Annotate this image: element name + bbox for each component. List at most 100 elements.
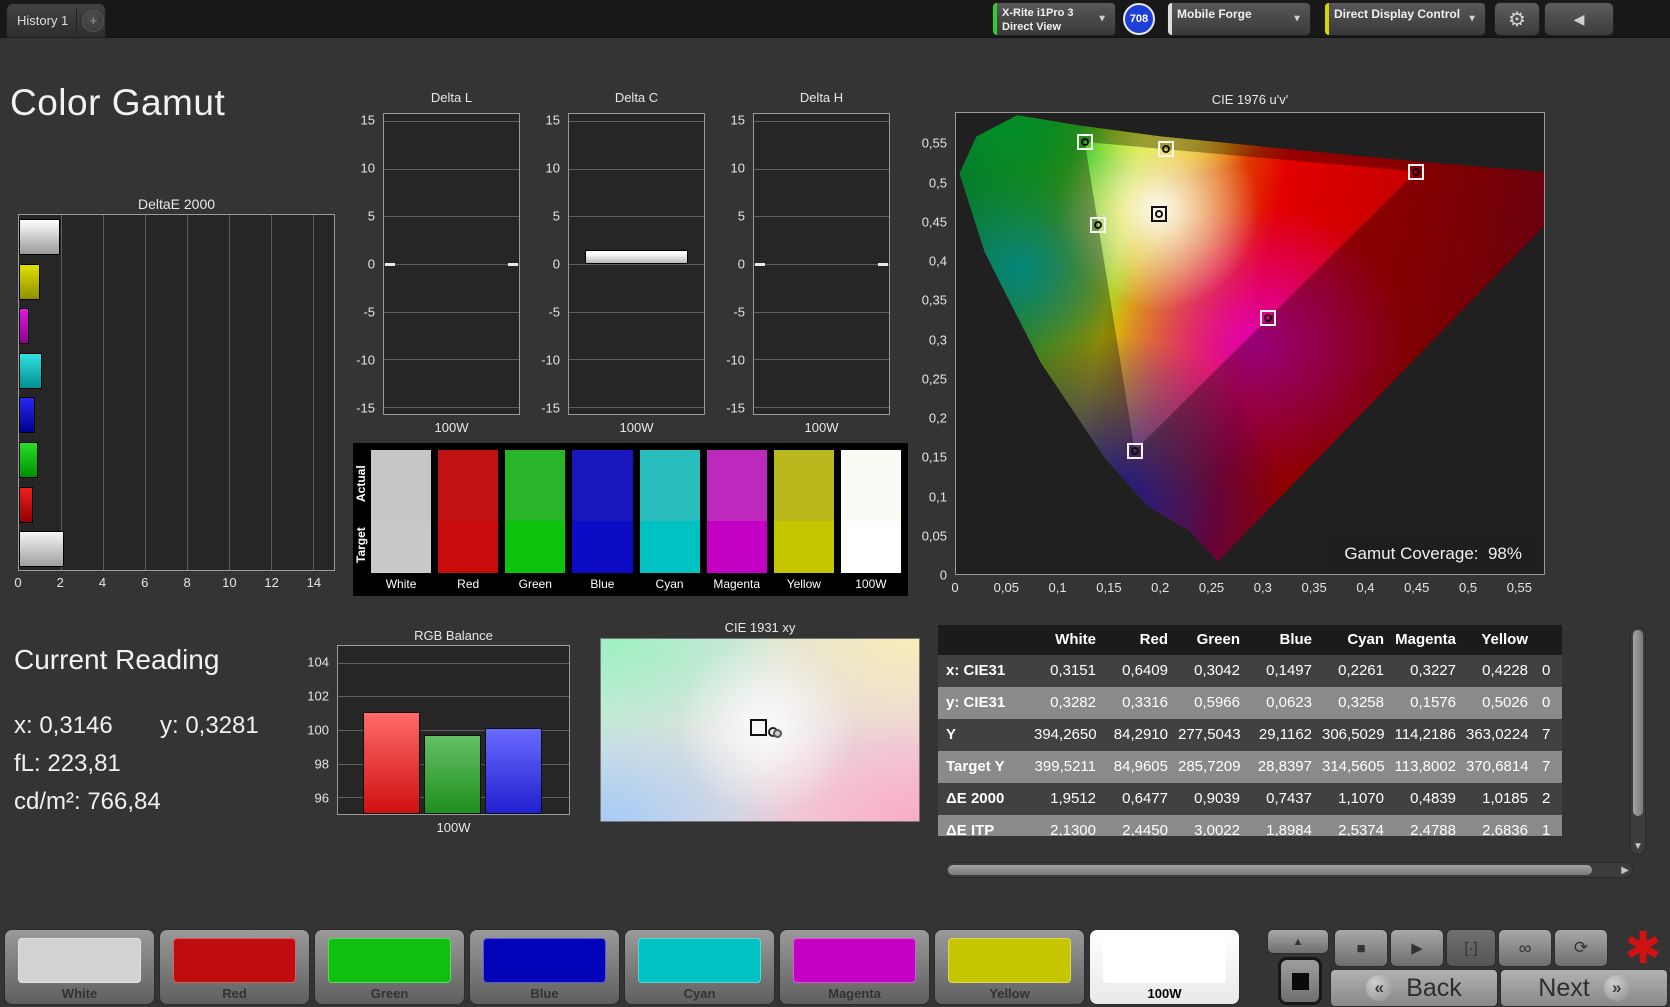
table-row: y: CIE31 0,3282 0,3316 0,5966 0,0623 0,3258 0,… [938,687,1562,719]
pattern-swatch-cyan [638,938,761,983]
axis-tick-label: 0,15 [921,449,947,465]
pattern-button-label: Green [370,986,409,1001]
refresh-button[interactable]: ⟳ [1554,929,1608,967]
axis-tick-label: -15 [541,400,560,416]
meter-selector[interactable]: X-Rite i1Pro 3 Direct View ▼ [992,2,1116,36]
deltae2000-x-axis: 0 2 4 6 8 10 12 14 [14,575,335,591]
table-vertical-scrollbar[interactable]: ▼ [1630,627,1646,855]
axis-tick-label: 0,35 [921,292,947,308]
table-cell: 1,9512 [1050,790,1096,807]
cie1976-title: CIE 1976 u'v' [1211,92,1289,107]
table-cell: 0,9039 [1194,790,1240,807]
pattern-size-button[interactable]: [·] [1446,929,1496,967]
display-control-selector[interactable]: Direct Display Control ▼ [1324,2,1486,36]
axis-tick-label: 15 [360,112,375,128]
table-row-label: Y [946,726,957,743]
axis-tick-label: -10 [726,352,745,368]
notification-asterisk[interactable]: ✱ [1616,920,1670,976]
settings-button[interactable]: ⚙ [1494,2,1540,36]
swatch-label: Yellow [786,577,821,591]
table-header-cell: Magenta [1395,631,1456,648]
pattern-button-magenta[interactable]: Magenta [779,929,930,1005]
gridline [754,311,889,313]
axis-tick-label: 0,55 [1506,580,1532,595]
pattern-button-blue[interactable]: Blue [469,929,620,1005]
gamut-point-green [1076,133,1093,150]
reading-point-marker [773,729,783,739]
gamut-point-dot [1094,220,1103,229]
pattern-swatch-white [18,938,141,983]
cie1931-title: CIE 1931 xy [724,620,796,635]
pattern-button-cyan[interactable]: Cyan [624,929,775,1005]
page-title: Color Gamut [10,82,226,123]
table-header-cell: Yellow [1481,631,1528,648]
table-cell: 0,3316 [1122,694,1168,711]
plus-icon: + [89,13,98,28]
swatch-target-100w [840,521,901,573]
cie1976-chart: CIE 1976 u'v' Gamut Coverage: 98% 0,55 0,… [920,88,1568,610]
table-cell: 277,5043 [1178,726,1241,743]
gridline [384,168,519,170]
delta-c-plot [568,113,705,415]
delta-c-y-axis: 15 10 5 0 -5 -10 -15 [538,112,564,416]
swatch-actual-100w [840,450,901,522]
swatch-label: Magenta [713,577,761,591]
scrollbar-thumb[interactable] [948,865,1592,875]
infinity-icon: ∞ [1518,937,1532,958]
table-horizontal-scrollbar[interactable]: ▶ [945,862,1633,878]
swatch-column-magenta [706,450,767,573]
table-cell: 399,5211 [1034,758,1096,775]
next-button[interactable]: Next » [1500,969,1668,1007]
table-corner-cell [938,625,1034,655]
table-cell: 2,1300 [1050,822,1096,836]
table-cell: 2,6836 [1482,822,1528,836]
delta-h-title: Delta H [799,90,844,105]
tab-history[interactable]: History 1 + [6,3,106,38]
axis-tick-label: 14 [306,575,322,590]
delta-bar [585,249,688,264]
axis-tick-label: 0,5 [1458,580,1478,595]
scroll-right-icon[interactable]: ▶ [1621,863,1629,879]
axis-tick-label: 15 [545,112,560,128]
gridline [569,264,704,265]
pattern-window-button[interactable] [1278,957,1322,1005]
swatch-column-cyan [639,450,700,573]
collapse-panel-button[interactable]: ◀ [1544,2,1614,36]
pattern-button-yellow[interactable]: Yellow [934,929,1085,1005]
pattern-button-red[interactable]: Red [159,929,310,1005]
play-button[interactable]: ▶ [1390,929,1444,967]
back-button[interactable]: « Back [1330,969,1498,1007]
gamut-point-red [1408,163,1425,180]
axis-tick-label: 0,4 [928,253,947,269]
axis-tick-label: 0,1 [1048,580,1067,595]
gridline [754,168,889,170]
zero-notch [878,263,888,266]
pattern-button-green[interactable]: Green [314,929,465,1005]
add-tab-button[interactable]: + [82,9,105,32]
table-cell: 0,1576 [1410,694,1456,711]
pattern-button-100w[interactable]: 100W [1089,929,1240,1005]
stop-button[interactable]: ■ [1334,929,1388,967]
axis-tick-label: 0 [552,256,560,272]
gridline [569,359,704,361]
pattern-button-white[interactable]: White [4,929,155,1005]
source-selector[interactable]: Mobile Forge ▼ [1167,2,1311,36]
gridline [187,215,188,570]
gamut-coverage-label: Gamut Coverage: [1344,544,1479,563]
meter-status-badge[interactable]: 708 [1123,3,1155,35]
actual-target-swatch-strip: Actual Target White Red Green Blue Cyan Magen… [353,443,908,596]
axis-tick-label: 0,35 [1301,580,1327,595]
axis-tick-label: 5 [552,208,560,224]
continuous-read-button[interactable]: ∞ [1498,929,1552,967]
table-cell: 0,3151 [1050,662,1096,679]
pattern-window-up-button[interactable]: ▲ [1267,929,1329,954]
table-cell: 0,5026 [1482,694,1528,711]
swatch-label: Green [518,577,552,591]
scroll-down-icon[interactable]: ▼ [1631,841,1645,852]
meter-accent [993,3,997,35]
scrollbar-thumb[interactable] [1633,630,1643,816]
delta-l-title: Delta L [430,90,473,105]
table-cell: 0,0623 [1266,694,1312,711]
table-cell: 314,5605 [1322,758,1385,775]
table-cell: 2,4788 [1410,822,1456,836]
